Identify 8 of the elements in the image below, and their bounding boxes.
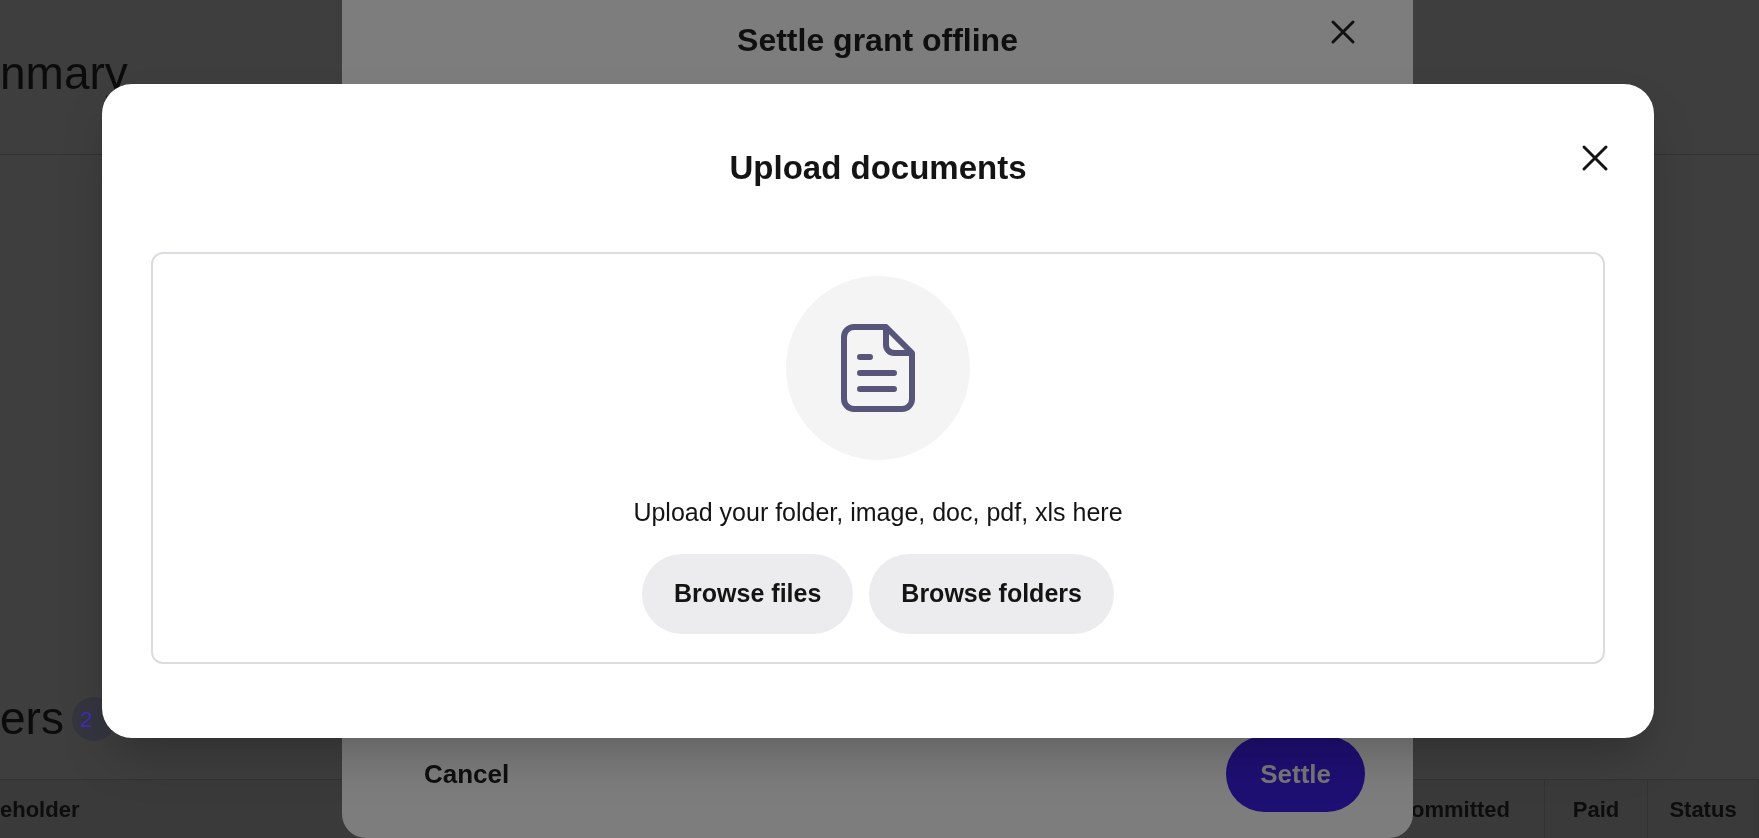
dialog-title: Upload documents bbox=[729, 148, 1027, 189]
upload-hint: Upload your folder, image, doc, pdf, xls here bbox=[633, 497, 1123, 528]
cancel-button[interactable]: Cancel bbox=[390, 736, 544, 812]
browse-button[interactable]: Browse files bbox=[642, 553, 854, 634]
browse-button[interactable]: Browse folders bbox=[869, 553, 1114, 634]
drop-zone[interactable]: Upload your folder, image, doc, pdf, xls here Browse files Browse folders bbox=[151, 252, 1605, 664]
dialog-title: Settle grant offline bbox=[737, 21, 1018, 60]
close-icon[interactable] bbox=[1581, 144, 1609, 172]
